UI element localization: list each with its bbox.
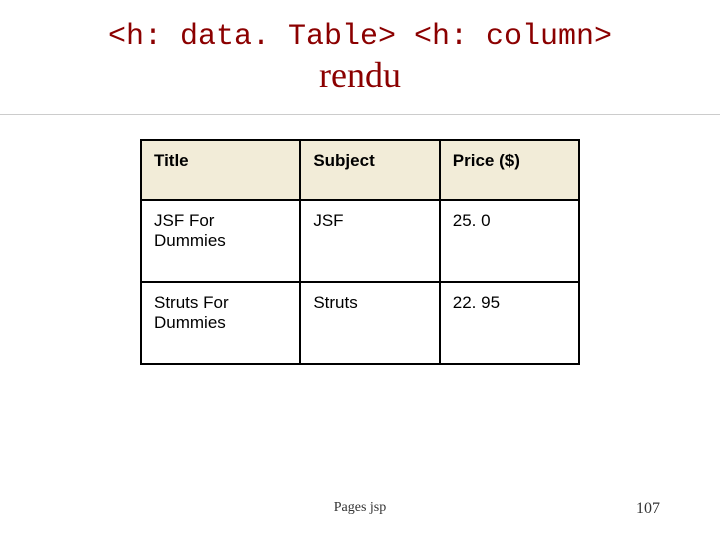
cell-price: 22. 95 xyxy=(440,282,579,364)
footer: Pages jsp 107 xyxy=(0,500,720,518)
table-header-row: Title Subject Price ($) xyxy=(141,140,579,200)
cell-subject: JSF xyxy=(300,200,439,282)
table-row: Struts For Dummies Struts 22. 95 xyxy=(141,282,579,364)
slide-title: <h: data. Table> <h: column> rendu xyxy=(60,20,660,96)
slide: <h: data. Table> <h: column> rendu Title… xyxy=(0,0,720,540)
cell-subject: Struts xyxy=(300,282,439,364)
header-title: Title xyxy=(141,140,300,200)
data-table: Title Subject Price ($) JSF For Dummies … xyxy=(140,139,580,365)
cell-title: JSF For Dummies xyxy=(141,200,300,282)
header-subject: Subject xyxy=(300,140,439,200)
code-left: <h: data. Table> xyxy=(108,20,396,54)
footer-center: Pages jsp xyxy=(334,500,387,516)
divider xyxy=(0,114,720,115)
data-table-wrap: Title Subject Price ($) JSF For Dummies … xyxy=(140,139,580,365)
title-code-line: <h: data. Table> <h: column> xyxy=(60,20,660,54)
page-number: 107 xyxy=(636,500,660,518)
cell-price: 25. 0 xyxy=(440,200,579,282)
code-right: <h: column> xyxy=(396,20,612,54)
title-word: rendu xyxy=(60,54,660,96)
header-price: Price ($) xyxy=(440,140,579,200)
table-row: JSF For Dummies JSF 25. 0 xyxy=(141,200,579,282)
cell-title: Struts For Dummies xyxy=(141,282,300,364)
